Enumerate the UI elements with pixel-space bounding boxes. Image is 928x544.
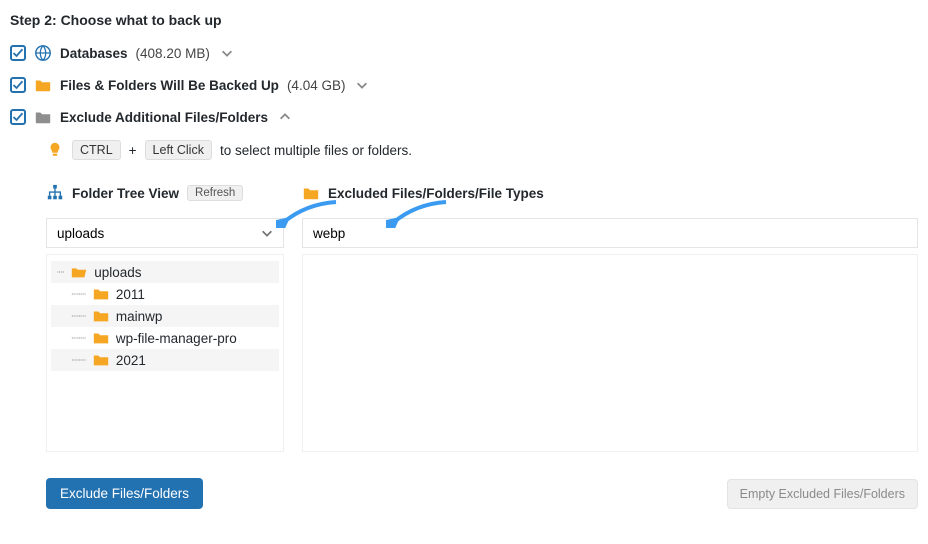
tree-item-label: wp-file-manager-pro [116,331,237,346]
checkbox-exclude[interactable] [10,109,26,125]
hint-tail: to select multiple files or folders. [220,143,412,158]
chevron-down-icon[interactable] [218,44,236,62]
excluded-header: Excluded Files/Folders/File Types [328,186,544,201]
tree-item[interactable]: ┈┈ 2011 [51,283,279,305]
check-icon [12,111,24,123]
empty-excluded-button[interactable]: Empty Excluded Files/Folders [727,479,918,509]
tree-item[interactable]: ┈┈ 2021 [51,349,279,371]
globe-icon [34,44,52,62]
folder-icon [92,307,110,325]
databases-label: Databases [60,46,128,61]
excluded-list[interactable] [302,254,918,452]
folder-tree-panel: Folder Tree View Refresh uploads ┈ uploa… [46,182,284,452]
row-files: Files & Folders Will Be Backed Up (4.04 … [10,76,918,94]
chevron-down-icon[interactable] [353,76,371,94]
sitemap-icon [46,184,64,202]
folder-icon [92,285,110,303]
checkbox-files[interactable] [10,77,26,93]
folder-icon [92,351,110,369]
exclude-button[interactable]: Exclude Files/Folders [46,478,203,509]
kbd-leftclick: Left Click [145,140,212,160]
hint-plus: + [129,143,137,158]
tree-item-label: 2021 [116,353,146,368]
check-icon [12,79,24,91]
exclude-label: Exclude Additional Files/Folders [60,110,268,125]
excluded-input[interactable] [302,218,918,248]
folder-icon [92,329,110,347]
tree-item[interactable]: ┈┈ wp-file-manager-pro [51,327,279,349]
tree-item[interactable]: ┈┈ mainwp [51,305,279,327]
chevron-up-icon[interactable] [276,108,294,126]
folder-open-icon [70,263,88,281]
folder-tree[interactable]: ┈ uploads ┈┈ 2011 ┈┈ mainwp ┈┈ wp-file-m… [46,254,284,452]
databases-size: (408.20 MB) [136,46,210,61]
check-icon [12,47,24,59]
tree-item-label: 2011 [116,287,145,302]
folder-tree-header: Folder Tree View [72,186,179,201]
step-title: Step 2: Choose what to back up [10,12,918,28]
row-databases: Databases (408.20 MB) [10,44,918,62]
files-size: (4.04 GB) [287,78,346,93]
tree-item-label: mainwp [116,309,163,324]
row-exclude: Exclude Additional Files/Folders [10,108,918,126]
folder-icon [302,184,320,202]
excluded-panel: Excluded Files/Folders/File Types [302,182,918,452]
kbd-ctrl: CTRL [72,140,121,160]
files-label: Files & Folders Will Be Backed Up [60,78,279,93]
folder-select[interactable]: uploads [46,218,284,248]
tree-root[interactable]: ┈ uploads [51,261,279,283]
folder-grey-icon [34,108,52,126]
checkbox-databases[interactable] [10,45,26,61]
refresh-button[interactable]: Refresh [187,185,243,201]
folder-icon [34,76,52,94]
tree-root-label: uploads [94,265,141,280]
lightbulb-icon [46,141,64,159]
hint-row: CTRL + Left Click to select multiple fil… [46,140,918,160]
